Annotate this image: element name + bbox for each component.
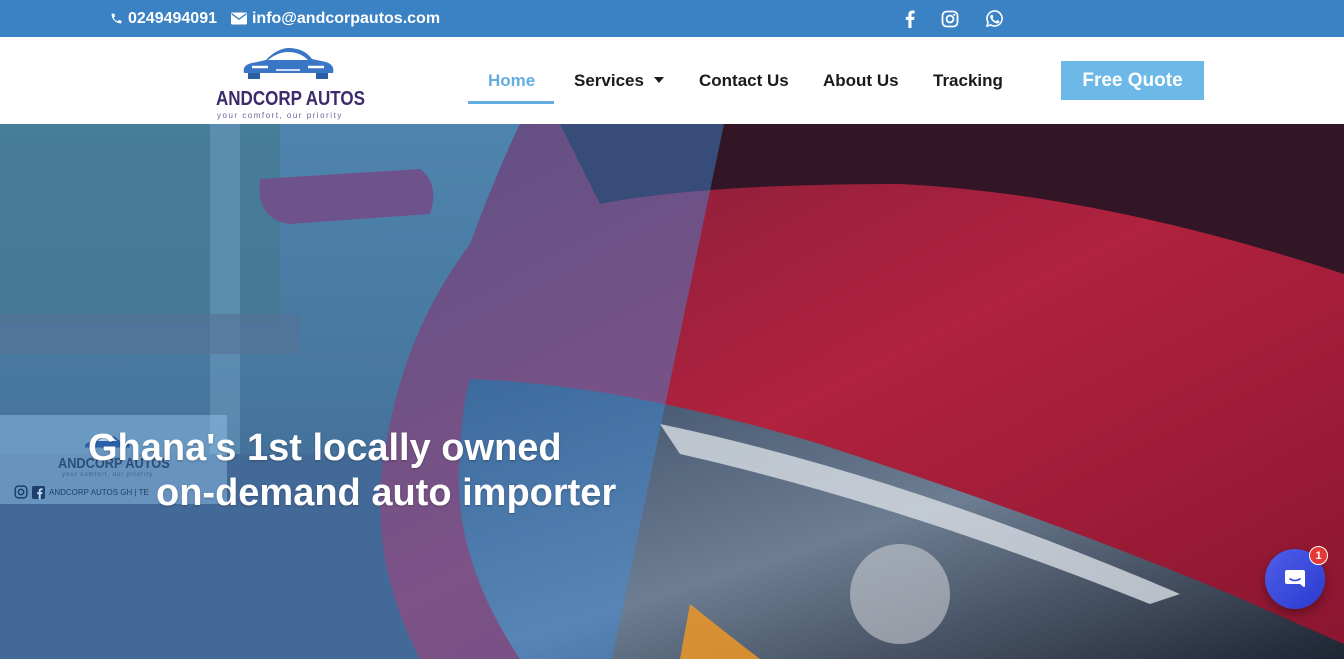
logo-tagline: your comfort, our priority [217, 111, 343, 120]
email-link[interactable]: info@andcorpautos.com [230, 9, 441, 28]
whatsapp-icon[interactable] [985, 9, 1004, 28]
nav-active-indicator [468, 101, 554, 104]
contact-info: 0249494091 info@andcorpautos.com [110, 0, 440, 37]
phone-icon [111, 13, 122, 24]
phone-link[interactable]: 0249494091 [110, 10, 217, 28]
top-bar: 0249494091 info@andcorpautos.com [0, 0, 1344, 37]
facebook-icon [32, 485, 45, 499]
hero-headline-line2: on-demand auto importer [156, 472, 617, 514]
envelope-icon [230, 12, 247, 25]
hero-banner: ANDCORP AUTOS your comfort, our priority… [0, 124, 1344, 659]
email-address: info@andcorpautos.com [251, 9, 441, 27]
nav-home[interactable]: Home [488, 71, 535, 91]
facebook-icon[interactable] [905, 10, 915, 28]
social-links [905, 0, 1004, 37]
car-logo-icon [243, 48, 334, 79]
hero-headline: Ghana's 1st locally owned on-demand auto… [88, 426, 616, 516]
nav-about-us[interactable]: About Us [823, 71, 899, 91]
logo-brand-text: ANDCORP AUTOS [216, 88, 365, 110]
nav-services[interactable]: Services [574, 71, 664, 91]
hero-headline-line1: Ghana's 1st locally owned [88, 427, 562, 469]
chat-unread-badge: 1 [1309, 546, 1328, 565]
nav-services-label: Services [574, 71, 644, 90]
phone-number: 0249494091 [128, 9, 217, 27]
instagram-icon[interactable] [941, 10, 959, 28]
chat-bubble-icon [1285, 570, 1305, 587]
site-logo[interactable]: ANDCORP AUTOS your comfort, our priority [214, 43, 365, 120]
site-header: ANDCORP AUTOS your comfort, our priority… [0, 37, 1344, 124]
nav-contact-us[interactable]: Contact Us [699, 71, 789, 91]
nav-tracking[interactable]: Tracking [933, 71, 1003, 91]
free-quote-button[interactable]: Free Quote [1061, 61, 1204, 100]
hero-car-image [0, 124, 1344, 659]
instagram-icon [14, 485, 28, 499]
caret-down-icon [653, 76, 664, 83]
